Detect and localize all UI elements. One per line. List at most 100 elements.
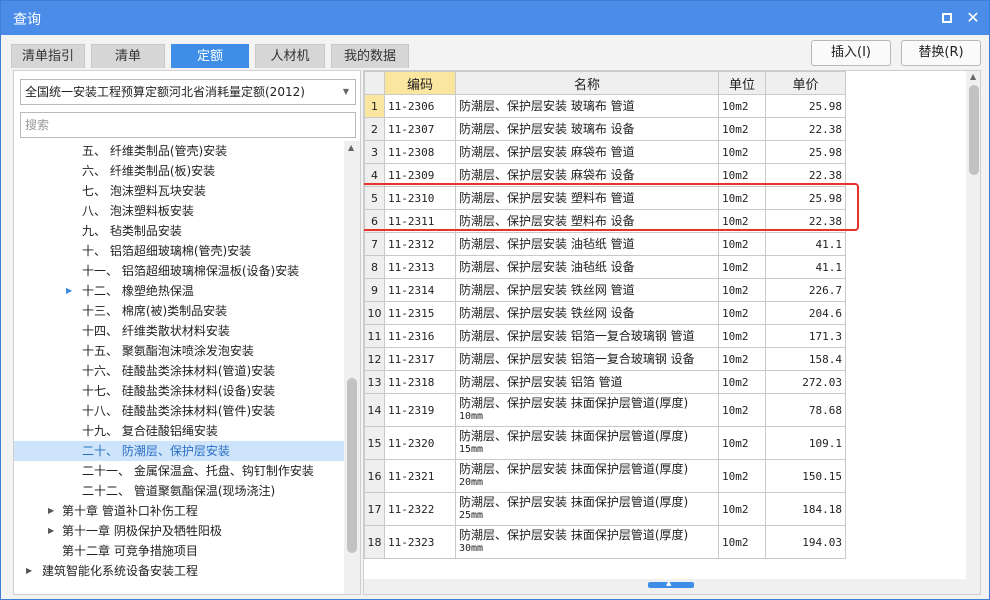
quota-name-cell[interactable]: 防潮层、保护层安装 塑料布 管道 [455, 186, 719, 210]
row-number[interactable]: 4 [364, 163, 385, 187]
quota-code-cell[interactable]: 11-2307 [384, 117, 456, 141]
unit-cell[interactable]: 10m2 [718, 459, 766, 493]
table-row[interactable]: 18 11-2323 防潮层、保护层安装 抹面保护层管道(厚度) 30mm 10m2 19… [364, 525, 846, 559]
maximize-icon[interactable] [937, 8, 957, 28]
unit-price-cell[interactable]: 184.18 [765, 492, 846, 526]
title-bar[interactable]: 查询 ✕ [1, 1, 989, 35]
quota-code-cell[interactable]: 11-2316 [384, 324, 456, 348]
scroll-up-icon[interactable]: ▲ [348, 143, 354, 152]
table-row[interactable]: 9 11-2314 防潮层、保护层安装 铁丝网 管道 10m2 226.7 [364, 278, 846, 302]
quota-name-cell[interactable]: 防潮层、保护层安装 麻袋布 管道 [455, 140, 719, 164]
table-row[interactable]: 7 11-2312 防潮层、保护层安装 油毡纸 管道 10m2 41.1 [364, 232, 846, 256]
quota-name-cell[interactable]: 防潮层、保护层安装 抹面保护层管道(厚度) 15mm [455, 426, 719, 460]
quota-name-cell[interactable]: 防潮层、保护层安装 铝箔一复合玻璃钢 设备 [455, 347, 719, 371]
table-row[interactable]: 13 11-2318 防潮层、保护层安装 铝箔 管道 10m2 272.03 [364, 370, 846, 394]
quota-code-cell[interactable]: 11-2321 [384, 459, 456, 493]
search-input[interactable]: 搜索 [20, 112, 356, 138]
unit-cell[interactable]: 10m2 [718, 347, 766, 371]
expand-arrow-icon[interactable]: ▶ [48, 501, 54, 521]
unit-price-cell[interactable]: 158.4 [765, 347, 846, 371]
unit-cell[interactable]: 10m2 [718, 370, 766, 394]
row-number[interactable]: 11 [364, 324, 385, 348]
quota-name-cell[interactable]: 防潮层、保护层安装 抹面保护层管道(厚度) 20mm [455, 459, 719, 493]
tree-item-intelligent-building[interactable]: ▶ 建筑智能化系统设备安装工程 [14, 561, 344, 581]
row-number[interactable]: 17 [364, 492, 385, 526]
row-number[interactable]: 2 [364, 117, 385, 141]
tab-quota[interactable]: 定额 [171, 44, 249, 68]
unit-cell[interactable]: 10m2 [718, 492, 766, 526]
quota-code-cell[interactable]: 11-2320 [384, 426, 456, 460]
tree-item[interactable]: 二十一、 金属保温盒、托盘、钩钉制作安装 [14, 461, 344, 481]
tree-item[interactable]: 二十二、 管道聚氨酯保温(现场浇注) [14, 481, 344, 501]
table-row[interactable]: 12 11-2317 防潮层、保护层安装 铝箔一复合玻璃钢 设备 10m2 158.4 [364, 347, 846, 371]
unit-price-cell[interactable]: 194.03 [765, 525, 846, 559]
expand-arrow-icon[interactable]: ▶ [48, 521, 54, 541]
quota-name-cell[interactable]: 防潮层、保护层安装 抹面保护层管道(厚度) 25mm [455, 492, 719, 526]
quota-code-cell[interactable]: 11-2319 [384, 393, 456, 427]
table-row[interactable]: 4 11-2309 防潮层、保护层安装 麻袋布 设备 10m2 22.38 [364, 163, 846, 187]
replace-button[interactable]: 替换(R) [901, 40, 981, 66]
tree-item-chapter-12[interactable]: 第十二章 可竞争措施项目 [14, 541, 344, 561]
table-row[interactable]: 15 11-2320 防潮层、保护层安装 抹面保护层管道(厚度) 15mm 10m2 10… [364, 426, 846, 460]
tree-item[interactable]: 十八、 硅酸盐类涂抹材料(管件)安装 [14, 401, 344, 421]
row-number[interactable]: 15 [364, 426, 385, 460]
row-number[interactable]: 8 [364, 255, 385, 279]
row-number[interactable]: 6 [364, 209, 385, 233]
tree-item[interactable]: 七、 泡沫塑料瓦块安装 [14, 181, 344, 201]
row-number[interactable]: 3 [364, 140, 385, 164]
tree-item-moisture-protection-selected[interactable]: 二十、 防潮层、保护层安装 [14, 441, 344, 461]
table-row[interactable]: 10 11-2315 防潮层、保护层安装 铁丝网 设备 10m2 204.6 [364, 301, 846, 325]
unit-price-cell[interactable]: 22.38 [765, 117, 846, 141]
table-row[interactable]: 8 11-2313 防潮层、保护层安装 油毡纸 设备 10m2 41.1 [364, 255, 846, 279]
table-row[interactable]: 14 11-2319 防潮层、保护层安装 抹面保护层管道(厚度) 10mm 10m2 78… [364, 393, 846, 427]
table-row[interactable]: 2 11-2307 防潮层、保护层安装 玻璃布 设备 10m2 22.38 [364, 117, 846, 141]
table-row[interactable]: 1 11-2306 防潮层、保护层安装 玻璃布 管道 10m2 25.98 [364, 94, 846, 118]
unit-cell[interactable]: 10m2 [718, 140, 766, 164]
tree-item[interactable]: 十九、 复合硅酸铝绳安装 [14, 421, 344, 441]
tab-bill-guide[interactable]: 清单指引 [11, 44, 85, 68]
quota-code-cell[interactable]: 11-2311 [384, 209, 456, 233]
chevron-down-icon[interactable]: ▼ [343, 80, 349, 104]
quota-code-cell[interactable]: 11-2322 [384, 492, 456, 526]
tree-item-rubber-insulation[interactable]: ▶ 十二、 橡塑绝热保温 [14, 281, 344, 301]
grid-horizontal-scrollbar[interactable]: ▲ [364, 579, 980, 594]
unit-price-cell[interactable]: 204.6 [765, 301, 846, 325]
quota-library-select[interactable]: 全国统一安装工程预算定额河北省消耗量定额(2012) ▼ [20, 79, 356, 105]
unit-price-cell[interactable]: 41.1 [765, 232, 846, 256]
unit-price-cell[interactable]: 25.98 [765, 186, 846, 210]
table-row[interactable]: 3 11-2308 防潮层、保护层安装 麻袋布 管道 10m2 25.98 [364, 140, 846, 164]
quota-name-cell[interactable]: 防潮层、保护层安装 玻璃布 管道 [455, 94, 719, 118]
expand-arrow-icon[interactable]: ▶ [26, 561, 32, 581]
tree-item[interactable]: 十、 铝箔超细玻璃棉(管壳)安装 [14, 241, 344, 261]
quota-code-cell[interactable]: 11-2309 [384, 163, 456, 187]
row-number[interactable]: 14 [364, 393, 385, 427]
unit-price-cell[interactable]: 272.03 [765, 370, 846, 394]
tree-item[interactable]: 十五、 聚氨酯泡沫喷涂发泡安装 [14, 341, 344, 361]
unit-cell[interactable]: 10m2 [718, 209, 766, 233]
scroll-up-icon[interactable]: ▲ [970, 72, 976, 81]
quota-code-cell[interactable]: 11-2306 [384, 94, 456, 118]
column-header-price[interactable]: 单价 [765, 71, 846, 95]
close-icon[interactable]: ✕ [963, 8, 983, 28]
tree-scroll-thumb[interactable] [347, 378, 357, 553]
quota-name-cell[interactable]: 防潮层、保护层安装 玻璃布 设备 [455, 117, 719, 141]
unit-cell[interactable]: 10m2 [718, 393, 766, 427]
unit-cell[interactable]: 10m2 [718, 324, 766, 348]
quota-name-cell[interactable]: 防潮层、保护层安装 铝箔 管道 [455, 370, 719, 394]
tree-item[interactable]: 六、 纤维类制品(板)安装 [14, 161, 344, 181]
tab-bill[interactable]: 清单 [91, 44, 165, 68]
unit-cell[interactable]: 10m2 [718, 278, 766, 302]
quota-code-cell[interactable]: 11-2315 [384, 301, 456, 325]
quota-code-cell[interactable]: 11-2323 [384, 525, 456, 559]
quota-name-cell[interactable]: 防潮层、保护层安装 铝箔一复合玻璃钢 管道 [455, 324, 719, 348]
tree-item[interactable]: 九、 毡类制品安装 [14, 221, 344, 241]
tree-scrollbar[interactable]: ▲ [344, 141, 360, 594]
quota-name-cell[interactable]: 防潮层、保护层安装 油毡纸 设备 [455, 255, 719, 279]
quota-code-cell[interactable]: 11-2312 [384, 232, 456, 256]
unit-price-cell[interactable]: 109.1 [765, 426, 846, 460]
quota-code-cell[interactable]: 11-2318 [384, 370, 456, 394]
tab-labor-material-machine[interactable]: 人材机 [255, 44, 325, 68]
unit-price-cell[interactable]: 41.1 [765, 255, 846, 279]
unit-price-cell[interactable]: 226.7 [765, 278, 846, 302]
quota-code-cell[interactable]: 11-2310 [384, 186, 456, 210]
